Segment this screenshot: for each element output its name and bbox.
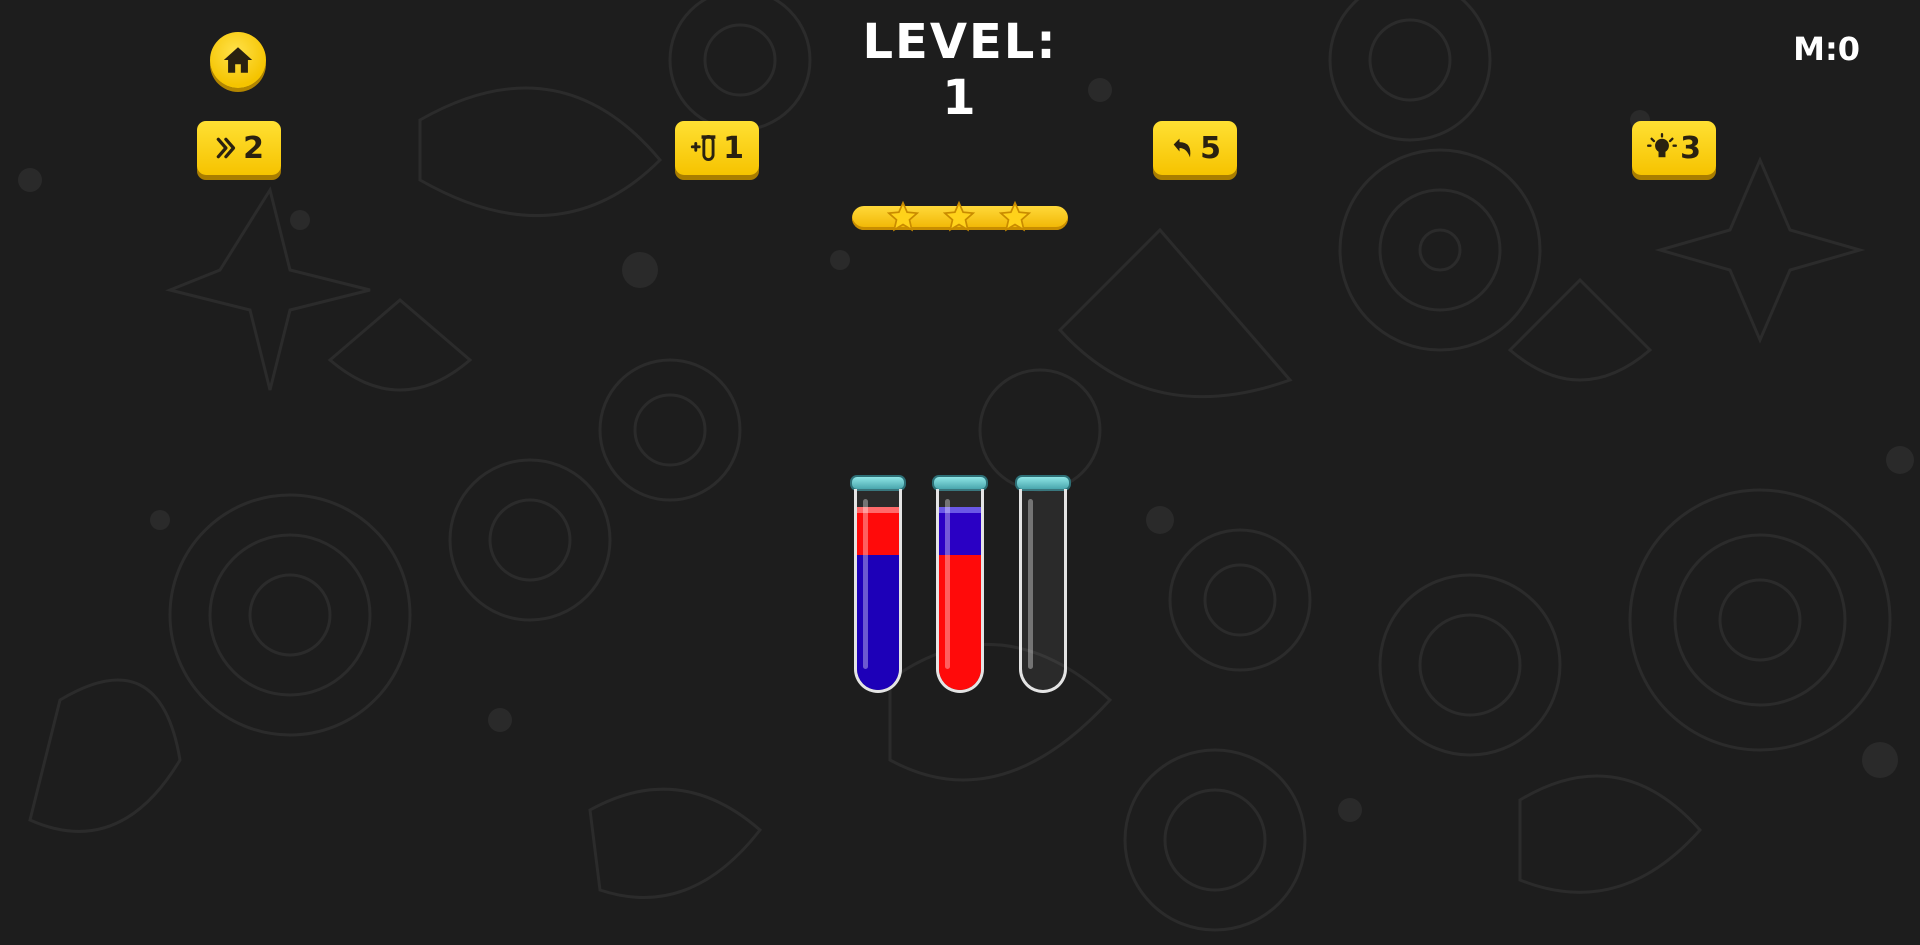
tube-2[interactable] — [932, 475, 988, 693]
undo-arrow-icon — [1173, 138, 1191, 158]
add-tube-count: 1 — [723, 130, 744, 166]
star-icon — [998, 200, 1032, 232]
double-chevron-right-icon — [216, 137, 236, 159]
lightbulb-icon — [1647, 133, 1678, 158]
add-tube-icon — [690, 135, 716, 161]
undo-count: 5 — [1200, 130, 1221, 166]
tube-glass — [1019, 489, 1067, 693]
hint-count: 3 — [1680, 130, 1701, 166]
add-tube-button[interactable]: 1 — [675, 121, 759, 175]
home-icon — [223, 47, 253, 73]
tube-glass — [936, 489, 984, 693]
skip-level-button[interactable]: 2 — [197, 121, 281, 175]
tube-glass — [854, 489, 902, 693]
hint-button[interactable]: 3 — [1632, 121, 1716, 175]
undo-button[interactable]: 5 — [1153, 121, 1237, 175]
home-button[interactable] — [210, 32, 266, 88]
star-icon — [886, 200, 920, 232]
star-icon — [942, 200, 976, 232]
tube-3-empty[interactable] — [1015, 475, 1071, 693]
move-counter: M:0 — [1793, 30, 1860, 68]
level-title: LEVEL: 1 — [862, 14, 1058, 126]
skip-count: 2 — [243, 130, 264, 166]
star-rating-bar — [852, 200, 1068, 232]
tube-1[interactable] — [850, 475, 906, 693]
